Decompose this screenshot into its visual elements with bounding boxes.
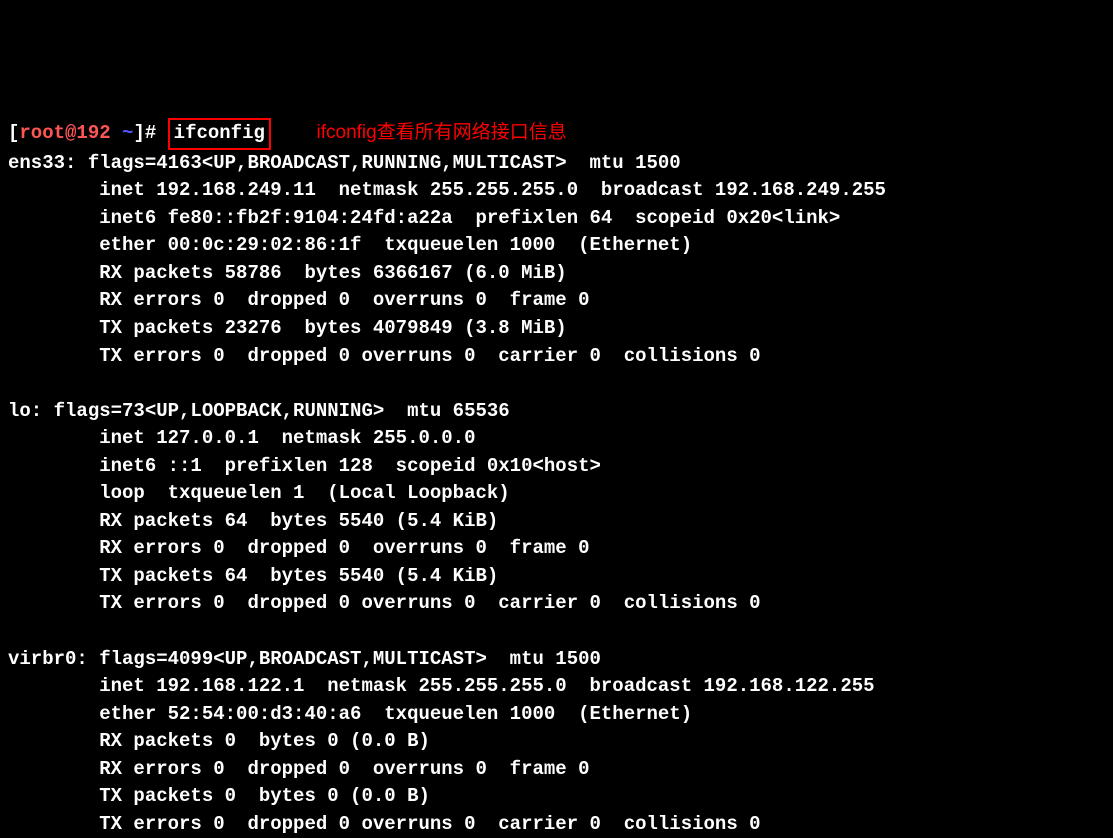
annotation-text: ifconfig查看所有网络接口信息 xyxy=(317,122,567,143)
ens33-tx-packets: TX packets 23276 bytes 4079849 (3.8 MiB) xyxy=(8,317,567,339)
ens33-inet6: inet6 fe80::fb2f:9104:24fd:a22a prefixle… xyxy=(8,207,840,229)
annotation-spacing xyxy=(271,122,317,144)
lo-inet6: inet6 ::1 prefixlen 128 scopeid 0x10<hos… xyxy=(8,455,601,477)
lo-tx-packets: TX packets 64 bytes 5540 (5.4 KiB) xyxy=(8,565,498,587)
prompt-bracket-close: ] xyxy=(133,122,144,144)
prompt-user: root xyxy=(19,122,65,144)
prompt-bracket-open: [ xyxy=(8,122,19,144)
ens33-ether: ether 00:0c:29:02:86:1f txqueuelen 1000 … xyxy=(8,234,692,256)
virbr0-rx-errors: RX errors 0 dropped 0 overruns 0 frame 0 xyxy=(8,758,590,780)
prompt-at: @ xyxy=(65,122,76,144)
command-highlight-box: ifconfig xyxy=(168,118,271,150)
lo-rx-errors: RX errors 0 dropped 0 overruns 0 frame 0 xyxy=(8,537,590,559)
prompt-line[interactable]: [root@192 ~]# ifconfig ifconfig查看所有网络接口信… xyxy=(8,122,567,144)
ens33-tx-errors: TX errors 0 dropped 0 overruns 0 carrier… xyxy=(8,345,761,367)
prompt-hash: # xyxy=(145,122,168,144)
lo-rx-packets: RX packets 64 bytes 5540 (5.4 KiB) xyxy=(8,510,498,532)
virbr0-inet: inet 192.168.122.1 netmask 255.255.255.0… xyxy=(8,675,875,697)
ens33-rx-errors: RX errors 0 dropped 0 overruns 0 frame 0 xyxy=(8,289,590,311)
virbr0-tx-errors: TX errors 0 dropped 0 overruns 0 carrier… xyxy=(8,813,761,835)
ens33-rx-packets: RX packets 58786 bytes 6366167 (6.0 MiB) xyxy=(8,262,567,284)
ens33-header: ens33: flags=4163<UP,BROADCAST,RUNNING,M… xyxy=(8,152,681,174)
command-text: ifconfig xyxy=(174,122,265,144)
virbr0-header: virbr0: flags=4099<UP,BROADCAST,MULTICAS… xyxy=(8,648,601,670)
lo-loop: loop txqueuelen 1 (Local Loopback) xyxy=(8,482,510,504)
virbr0-ether: ether 52:54:00:d3:40:a6 txqueuelen 1000 … xyxy=(8,703,692,725)
lo-inet: inet 127.0.0.1 netmask 255.0.0.0 xyxy=(8,427,475,449)
lo-header: lo: flags=73<UP,LOOPBACK,RUNNING> mtu 65… xyxy=(8,400,510,422)
virbr0-rx-packets: RX packets 0 bytes 0 (0.0 B) xyxy=(8,730,430,752)
virbr0-tx-packets: TX packets 0 bytes 0 (0.0 B) xyxy=(8,785,430,807)
ens33-inet: inet 192.168.249.11 netmask 255.255.255.… xyxy=(8,179,886,201)
prompt-path: ~ xyxy=(111,122,134,144)
lo-tx-errors: TX errors 0 dropped 0 overruns 0 carrier… xyxy=(8,592,761,614)
prompt-host: 192 xyxy=(76,122,110,144)
